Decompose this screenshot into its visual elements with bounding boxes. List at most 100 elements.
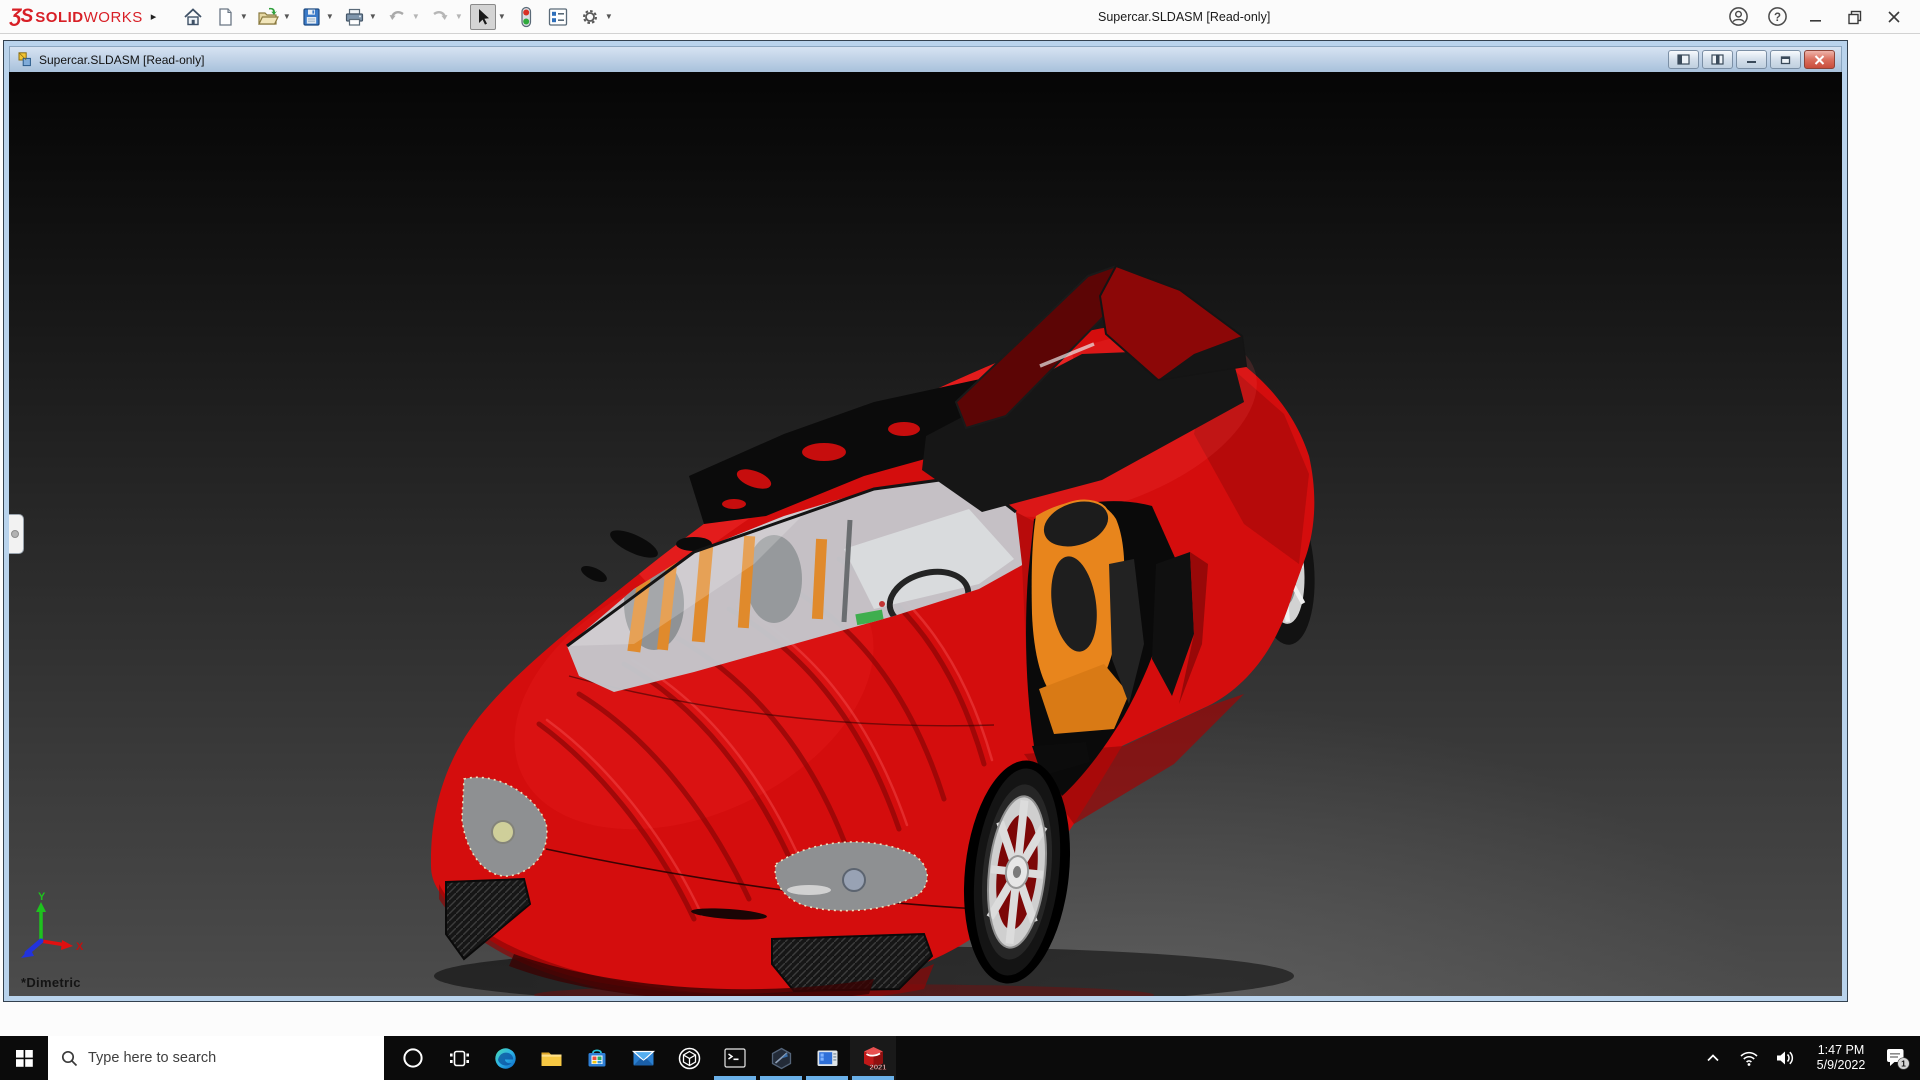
- doc-minimize-button[interactable]: [1736, 50, 1767, 69]
- search-input[interactable]: [88, 1050, 348, 1066]
- screen: ƷS SOLID WORKS ▸ ▼ ▼ ▼ ▼ ▼: [0, 0, 1920, 1080]
- open-icon: [256, 5, 280, 29]
- account-button[interactable]: [1726, 5, 1750, 29]
- select-arrow-icon: [473, 7, 493, 27]
- assembly-icon: [16, 51, 33, 68]
- redo-button[interactable]: [427, 4, 453, 30]
- pane-right-button[interactable]: [1702, 50, 1733, 69]
- new-document-caret[interactable]: ▼: [238, 12, 249, 21]
- window-title: Supercar.SLDASM [Read-only]: [1098, 0, 1270, 34]
- titlebar-right-controls: ?: [1726, 5, 1920, 29]
- supercar-model: Y X: [9, 72, 1842, 996]
- open-caret[interactable]: ▼: [281, 12, 292, 21]
- windows-taskbar: 2021 1:47 PM 5/9/2022 1: [0, 1036, 1920, 1080]
- undo-icon: [386, 6, 408, 28]
- chevron-up-icon: [1705, 1050, 1721, 1066]
- document-window-controls: [1668, 50, 1835, 69]
- action-center-button[interactable]: 1: [1882, 1045, 1912, 1071]
- cortana-icon: [401, 1046, 425, 1070]
- minimize-button[interactable]: [1804, 5, 1828, 29]
- taskbar-task-view[interactable]: [436, 1036, 482, 1080]
- file-explorer-icon: [539, 1046, 564, 1071]
- save-icon: [300, 6, 322, 28]
- command-prompt-icon: [723, 1046, 747, 1070]
- taskbar-microsoft-store[interactable]: [574, 1036, 620, 1080]
- hexagon-app-icon: [769, 1046, 794, 1071]
- display-report-icon: [547, 6, 569, 28]
- pane-left-icon: [1677, 54, 1690, 65]
- panel-tab-grip-icon: [11, 530, 19, 538]
- print-button[interactable]: [341, 4, 367, 30]
- taskbar-edge[interactable]: [482, 1036, 528, 1080]
- new-document-button[interactable]: [212, 4, 238, 30]
- rebuild-traffic-light-icon: [515, 6, 537, 28]
- search-icon: [61, 1050, 78, 1067]
- hidden-icons-button[interactable]: [1698, 1050, 1728, 1066]
- select-tool-button[interactable]: [470, 4, 496, 30]
- taskbar-clock[interactable]: 1:47 PM 5/9/2022: [1806, 1043, 1876, 1073]
- doc-restore-button[interactable]: [1770, 50, 1801, 69]
- microsoft-store-icon: [585, 1046, 609, 1070]
- blue-window-app-icon: [815, 1046, 840, 1071]
- windows-start-icon: [16, 1050, 33, 1067]
- taskbar-search[interactable]: [48, 1036, 384, 1080]
- undo-caret[interactable]: ▼: [410, 12, 421, 21]
- taskbar-solidworks[interactable]: 2021: [850, 1036, 896, 1080]
- solidworks-logo-glyph: ƷS: [10, 6, 32, 28]
- start-button[interactable]: [0, 1036, 48, 1080]
- account-icon: [1728, 6, 1749, 27]
- feature-tree-collapsed-tab[interactable]: [9, 514, 24, 554]
- solidworks-logo-light: WORKS: [84, 9, 143, 26]
- document-titlebar[interactable]: Supercar.SLDASM [Read-only]: [9, 46, 1842, 72]
- undo-button[interactable]: [384, 4, 410, 30]
- quick-access-toolbar: ▼ ▼ ▼ ▼ ▼ ▼ ▼: [180, 4, 620, 30]
- taskbar-mail[interactable]: [620, 1036, 666, 1080]
- print-caret[interactable]: ▼: [367, 12, 378, 21]
- save-caret[interactable]: ▼: [324, 12, 335, 21]
- clock-time: 1:47 PM: [1809, 1043, 1873, 1058]
- open-button[interactable]: [255, 4, 281, 30]
- taskbar-hexagon-app[interactable]: [758, 1036, 804, 1080]
- taskbar-3d-viewer[interactable]: [666, 1036, 712, 1080]
- new-document-icon: [214, 6, 236, 28]
- taskbar-blue-window-app[interactable]: [804, 1036, 850, 1080]
- network-button[interactable]: [1734, 1049, 1764, 1067]
- view-orientation-label: *Dimetric: [21, 975, 81, 990]
- help-button[interactable]: ?: [1765, 5, 1789, 29]
- solidworks-logo-bold: SOLID: [35, 9, 83, 26]
- doc-minimize-icon: [1746, 55, 1757, 64]
- app-titlebar: ƷS SOLID WORKS ▸ ▼ ▼ ▼ ▼ ▼: [0, 0, 1920, 34]
- system-tray: 1:47 PM 5/9/2022 1: [1698, 1036, 1920, 1080]
- volume-button[interactable]: [1770, 1049, 1800, 1067]
- toolbar-flyout-arrow[interactable]: ▸: [151, 10, 157, 23]
- speaker-icon: [1775, 1049, 1795, 1067]
- triad-x-label: X: [76, 941, 84, 953]
- doc-restore-icon: [1780, 55, 1791, 65]
- taskbar-file-explorer[interactable]: [528, 1036, 574, 1080]
- options-gear-icon: [579, 6, 601, 28]
- print-icon: [343, 6, 365, 28]
- wifi-icon: [1739, 1049, 1759, 1067]
- doc-close-button[interactable]: [1804, 50, 1835, 69]
- taskbar-cortana[interactable]: [390, 1036, 436, 1080]
- rebuild-button[interactable]: [513, 4, 539, 30]
- restore-button[interactable]: [1843, 5, 1867, 29]
- options-caret[interactable]: ▼: [603, 12, 614, 21]
- pane-left-button[interactable]: [1668, 50, 1699, 69]
- orientation-triad: Y X: [21, 891, 84, 958]
- doc-close-icon: [1814, 55, 1825, 65]
- home-button[interactable]: [180, 4, 206, 30]
- select-tool-caret[interactable]: ▼: [496, 12, 507, 21]
- taskbar-command-prompt[interactable]: [712, 1036, 758, 1080]
- document-title: Supercar.SLDASM [Read-only]: [39, 53, 204, 67]
- viewport-3d[interactable]: Y X *Dimetric: [9, 72, 1842, 996]
- solidworks-logo: ƷS SOLID WORKS: [10, 6, 143, 28]
- close-button[interactable]: [1882, 5, 1906, 29]
- display-report-button[interactable]: [545, 4, 571, 30]
- 3d-viewer-icon: [677, 1046, 702, 1071]
- redo-caret[interactable]: ▼: [453, 12, 464, 21]
- notification-badge: 1: [1901, 1059, 1906, 1069]
- save-button[interactable]: [298, 4, 324, 30]
- options-button[interactable]: [577, 4, 603, 30]
- home-icon: [182, 6, 204, 28]
